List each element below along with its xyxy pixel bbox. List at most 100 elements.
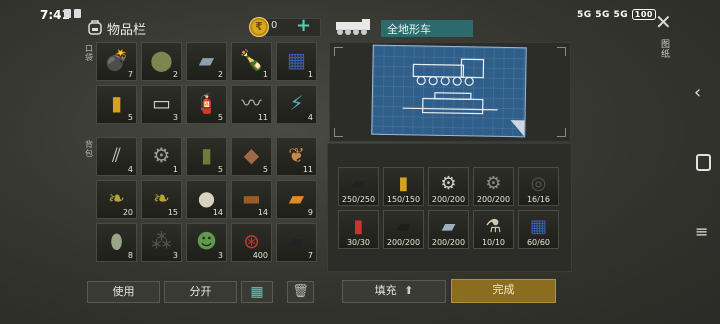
bottle-cap-icon: ⊛ bbox=[243, 228, 260, 253]
coin-icon: ₹ bbox=[249, 17, 269, 37]
pocket-count: 7 bbox=[127, 70, 133, 79]
fill-icon: ⬆ bbox=[404, 284, 414, 297]
backpack-slot[interactable]: ● 14 bbox=[186, 180, 227, 219]
crafting-slot[interactable]: ◎ 16/16 bbox=[518, 167, 559, 206]
crafting-slot[interactable]: ▰ 200/200 bbox=[383, 210, 424, 249]
glass-sheet-icon: ▰ bbox=[198, 47, 215, 72]
wood-log-icon: ▬ bbox=[242, 185, 261, 210]
fire-extinguisher-icon: 🧯 bbox=[194, 90, 219, 115]
pocket-count: 3 bbox=[172, 113, 178, 122]
section-label-pocket: 口袋 bbox=[85, 44, 93, 62]
pocket-slot[interactable]: 💣 7 bbox=[96, 42, 137, 81]
gas-canister-icon: ▮ bbox=[353, 215, 364, 237]
crafting-slot[interactable]: ⚙ 200/200 bbox=[473, 167, 514, 206]
network-indicator: 5G 5G 5G bbox=[576, 10, 629, 20]
gravel-icon: ⁂ bbox=[151, 228, 172, 253]
add-coins-button[interactable]: + bbox=[296, 16, 311, 36]
crafting-count: 16/16 bbox=[526, 195, 551, 204]
pocket-count: 2 bbox=[217, 70, 223, 79]
circuit-icon: ▦ bbox=[529, 215, 548, 237]
frame-corner-icon bbox=[334, 128, 343, 137]
backpack-slot[interactable]: ▰ 9 bbox=[276, 180, 317, 219]
gear-part-icon: ⚙ bbox=[485, 172, 502, 194]
rubber-sheet-icon: ▰ bbox=[288, 228, 305, 253]
backpack-slot[interactable]: ⁂ 3 bbox=[141, 223, 182, 262]
backpack-slot[interactable]: ☻ 3 bbox=[186, 223, 227, 262]
backpack-slot[interactable]: ⬮ 8 bbox=[96, 223, 137, 262]
leather-icon: ◆ bbox=[243, 142, 260, 167]
backpack-slot[interactable]: ▰ 7 bbox=[276, 223, 317, 262]
menu-icon[interactable]: ≡ bbox=[695, 222, 708, 241]
fill-button[interactable]: 填充 ⬆ bbox=[342, 280, 446, 303]
crafting-slot[interactable]: ▦ 60/60 bbox=[518, 210, 559, 249]
trash-button[interactable]: 🗑 bbox=[287, 281, 314, 303]
circuit-board-icon: ▦ bbox=[287, 47, 306, 72]
pocket-slot[interactable]: ⚡ 4 bbox=[276, 85, 317, 124]
jerrycan-icon: ▮ bbox=[200, 142, 213, 167]
crafting-slot[interactable]: ▮ 30/30 bbox=[338, 210, 379, 249]
blueprint-tab-label[interactable]: 图纸 bbox=[661, 40, 671, 60]
pocket-slot[interactable]: 〰 11 bbox=[231, 85, 272, 124]
backpack-slot[interactable]: ❧ 20 bbox=[96, 180, 137, 219]
crafting-count: 60/60 bbox=[526, 238, 551, 247]
back-icon[interactable]: ‹ bbox=[694, 82, 701, 103]
backpack-slot[interactable]: ▬ 14 bbox=[231, 180, 272, 219]
crafting-slot[interactable]: ▰ 200/200 bbox=[428, 210, 469, 249]
backpack-slot[interactable]: ❧ 15 bbox=[141, 180, 182, 219]
vehicle-blueprint bbox=[371, 44, 527, 138]
crafting-slot[interactable]: ⚗ 10/10 bbox=[473, 210, 514, 249]
blueprint-drawing-icon bbox=[402, 58, 525, 137]
pocket-grid: 💣 7 ⬤ 2 ▰ 2 🍾 1 ▦ 1 ▮ 5 ▭ 3 🧯 5 〰 11 ⚡ 4 bbox=[96, 42, 317, 124]
grenade-icon: 💣 bbox=[104, 47, 129, 72]
backpack-slot[interactable]: ▮ 5 bbox=[186, 137, 227, 176]
seeds-icon: ❦ bbox=[288, 142, 305, 167]
backpack-slot[interactable]: ❦ 11 bbox=[276, 137, 317, 176]
electronics-icon: ⚡ bbox=[289, 90, 304, 115]
split-button[interactable]: 分开 bbox=[164, 281, 237, 303]
coin-counter: 0 bbox=[265, 18, 321, 37]
backpack-count: 5 bbox=[217, 165, 223, 174]
pocket-slot[interactable]: ▮ 5 bbox=[96, 85, 137, 124]
pocket-slot[interactable]: ▰ 2 bbox=[186, 42, 227, 81]
backpack-count: 8 bbox=[127, 251, 133, 260]
notification-icons bbox=[64, 9, 84, 20]
crafting-slot[interactable]: ⚙ 200/200 bbox=[428, 167, 469, 206]
backpack-count: 14 bbox=[212, 208, 223, 217]
backpack-count: 7 bbox=[307, 251, 313, 260]
crafting-count: 150/150 bbox=[386, 195, 421, 204]
plant-fiber-icon-2: ❧ bbox=[153, 185, 170, 210]
crafting-slot[interactable]: ▰ 250/250 bbox=[338, 167, 379, 206]
engine-part-icon: ⚙ bbox=[440, 172, 457, 194]
backpack-slot[interactable]: ⊛ 400 bbox=[231, 223, 272, 262]
pocket-slot[interactable]: ⬤ 2 bbox=[141, 42, 182, 81]
backpack-grid: ⫽ 4 ⚙ 1 ▮ 5 ◆ 5 ❦ 11 ❧ 20 ❧ 15 ● 14 ▬ 14 ▰ 9 ⬮ 8 ⁂ 3 ☻ 3 ⊛ 400 ▰ 7 bbox=[96, 137, 317, 262]
grid-view-button[interactable]: ▦ bbox=[241, 281, 273, 303]
crafting-count: 250/250 bbox=[341, 195, 376, 204]
crafting-slot[interactable]: ▮ 150/150 bbox=[383, 167, 424, 206]
pocket-slot[interactable]: 🍾 1 bbox=[231, 42, 272, 81]
close-button[interactable]: ✕ bbox=[655, 12, 672, 32]
pocket-count: 5 bbox=[217, 113, 223, 122]
vehicle-name: 全地形车 bbox=[387, 23, 431, 36]
backpack-slot[interactable]: ◆ 5 bbox=[231, 137, 272, 176]
gear-icon: ⚙ bbox=[152, 142, 171, 167]
pocket-slot[interactable]: 🧯 5 bbox=[186, 85, 227, 124]
status-indicators: 5G 5G 5G 100 bbox=[577, 9, 656, 20]
pocket-slot[interactable]: ▭ 3 bbox=[141, 85, 182, 124]
home-icon[interactable] bbox=[696, 154, 711, 171]
frame-corner-icon bbox=[334, 47, 343, 56]
use-button[interactable]: 使用 bbox=[87, 281, 160, 303]
pocket-count: 1 bbox=[262, 70, 268, 79]
backpack-slot[interactable]: ⚙ 1 bbox=[141, 137, 182, 176]
done-button[interactable]: 完成 bbox=[451, 279, 556, 303]
pocket-count: 5 bbox=[127, 113, 133, 122]
backpack-count: 9 bbox=[307, 208, 313, 217]
backpack-count: 3 bbox=[172, 251, 178, 260]
bottle-icon: 🍾 bbox=[239, 47, 264, 72]
backpack-count: 15 bbox=[167, 208, 178, 217]
pocket-slot[interactable]: ▦ 1 bbox=[276, 42, 317, 81]
battery-cell-icon: ▮ bbox=[398, 172, 409, 194]
backpack-count: 4 bbox=[127, 165, 133, 174]
backpack-slot[interactable]: ⫽ 4 bbox=[96, 137, 137, 176]
metal-rods-icon: ⫽ bbox=[112, 142, 121, 167]
